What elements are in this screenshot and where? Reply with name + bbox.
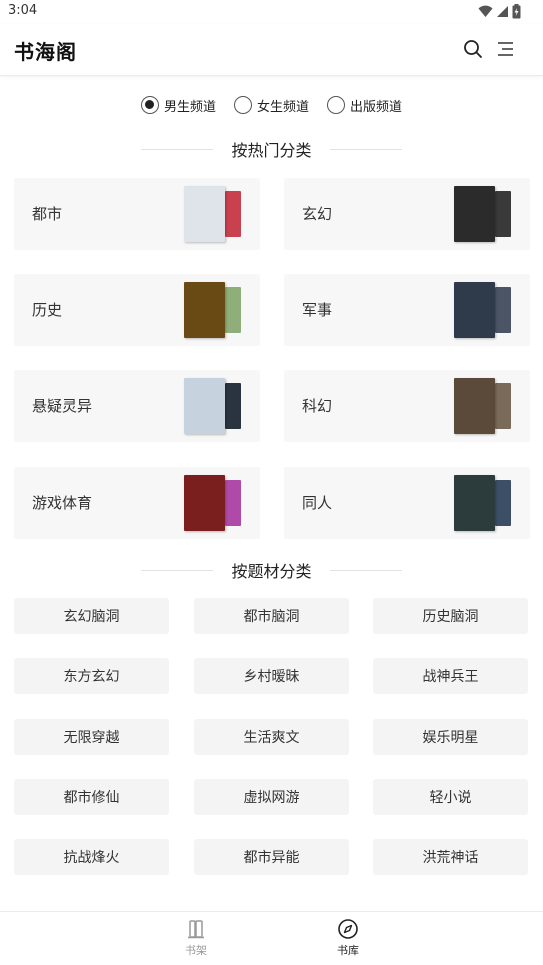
theme-tag[interactable]: 东方玄幻: [14, 658, 169, 694]
theme-tag[interactable]: 战神兵王: [373, 658, 528, 694]
nav-bookshelf[interactable]: 书架: [166, 918, 226, 964]
section-title: 按题材分类: [231, 562, 312, 581]
channel-male[interactable]: 男生频道: [140, 94, 216, 116]
category-card[interactable]: 游戏体育: [14, 467, 260, 539]
search-button[interactable]: [462, 38, 484, 60]
status-time: 3:04: [8, 3, 38, 18]
channel-label: 女生频道: [256, 99, 309, 115]
category-name: 都市: [32, 205, 63, 223]
theme-tag[interactable]: 娱乐明星: [373, 719, 528, 755]
theme-tag[interactable]: 都市脑洞: [194, 598, 349, 634]
category-name: 玄幻: [302, 205, 333, 223]
bottom-nav: 书架 书库: [0, 911, 543, 965]
theme-tag[interactable]: 生活爽文: [194, 719, 349, 755]
battery-icon: [512, 4, 521, 19]
divider: [329, 569, 402, 571]
search-icon: [464, 40, 482, 58]
channel-female[interactable]: 女生频道: [233, 94, 309, 116]
category-card[interactable]: 悬疑灵异: [14, 370, 260, 442]
theme-section-heading: 按题材分类: [0, 558, 543, 582]
theme-tag[interactable]: 乡村暧昧: [194, 658, 349, 694]
channel-label: 出版频道: [350, 99, 403, 115]
book-cover: [184, 378, 225, 434]
theme-tag[interactable]: 抗战烽火: [14, 839, 169, 875]
theme-tag[interactable]: 都市修仙: [14, 779, 169, 815]
category-card[interactable]: 军事: [284, 274, 530, 346]
book-cover: [184, 186, 225, 242]
nav-label: 书架: [185, 944, 207, 957]
category-card[interactable]: 玄幻: [284, 178, 530, 250]
category-name: 同人: [302, 494, 333, 512]
hot-section-heading: 按热门分类: [0, 137, 543, 161]
radio-unchecked-icon: [233, 96, 252, 114]
book-cover: [225, 191, 241, 237]
divider: [141, 148, 214, 150]
nav-label: 书库: [337, 944, 359, 957]
theme-tag[interactable]: 无限穿越: [14, 719, 169, 755]
category-card[interactable]: 历史: [14, 274, 260, 346]
theme-tag[interactable]: 轻小说: [373, 779, 528, 815]
book-cover: [454, 282, 495, 338]
theme-tag[interactable]: 历史脑洞: [373, 598, 528, 634]
category-card[interactable]: 同人: [284, 467, 530, 539]
app-bar: 书海阁: [0, 24, 543, 76]
book-cover: [184, 475, 225, 531]
section-title: 按热门分类: [231, 141, 312, 160]
wifi-icon: [478, 5, 493, 18]
book-cover: [225, 383, 241, 429]
book-cover: [184, 282, 225, 338]
theme-tag[interactable]: 玄幻脑洞: [14, 598, 169, 634]
theme-tag[interactable]: 洪荒神话: [373, 839, 528, 875]
channel-selector: 男生频道 女生频道 出版频道: [0, 94, 543, 116]
category-card[interactable]: 都市: [14, 178, 260, 250]
divider: [141, 569, 214, 571]
book-cover: [454, 186, 495, 242]
theme-tag[interactable]: 都市异能: [194, 839, 349, 875]
book-cover: [495, 287, 511, 333]
book-cover: [495, 480, 511, 526]
compass-icon: [338, 919, 358, 939]
category-name: 军事: [302, 301, 333, 319]
channel-label: 男生频道: [163, 99, 216, 115]
theme-tag[interactable]: 虚拟网游: [194, 779, 349, 815]
list-icon: [498, 42, 513, 56]
book-cover: [495, 383, 511, 429]
book-cover: [454, 378, 495, 434]
book-cover: [454, 475, 495, 531]
system-icons: [478, 4, 521, 19]
category-name: 悬疑灵异: [32, 397, 93, 415]
category-card[interactable]: 科幻: [284, 370, 530, 442]
category-name: 历史: [32, 301, 63, 319]
book-cover: [225, 287, 241, 333]
status-bar: 3:04: [0, 0, 543, 24]
divider: [329, 148, 402, 150]
category-name: 游戏体育: [32, 494, 93, 512]
bookshelf-icon: [188, 920, 204, 939]
app-title: 书海阁: [14, 40, 77, 64]
nav-library[interactable]: 书库: [318, 918, 378, 964]
category-name: 科幻: [302, 397, 333, 415]
channel-publish[interactable]: 出版频道: [327, 94, 402, 116]
cellular-icon: [497, 6, 508, 17]
radio-unchecked-icon: [327, 96, 345, 114]
category-list-button[interactable]: [495, 38, 517, 60]
book-cover: [225, 480, 241, 526]
book-cover: [495, 191, 511, 237]
radio-checked-icon: [140, 96, 159, 114]
